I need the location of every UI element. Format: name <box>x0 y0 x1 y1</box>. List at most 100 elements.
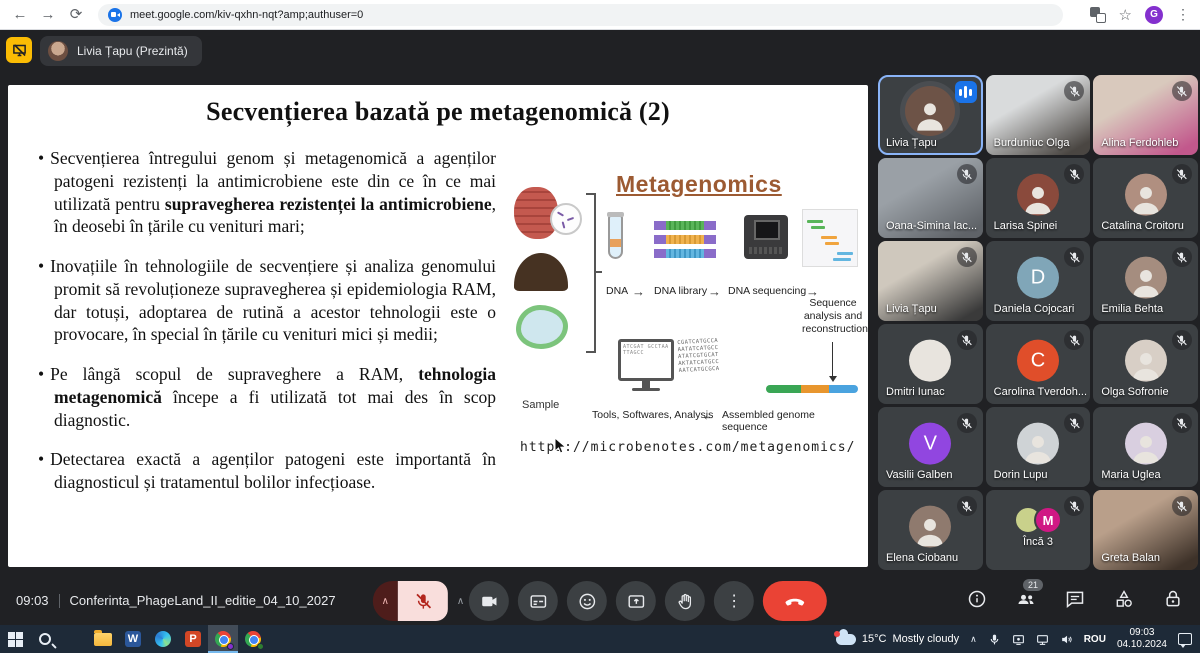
participant-name: Olga Sofronie <box>1101 386 1168 398</box>
mic-off-icon <box>957 496 977 516</box>
camera-options-chevron[interactable]: ∧ <box>457 596 464 607</box>
tray-cast-icon[interactable] <box>1012 633 1025 646</box>
participant-tile[interactable]: Dmitri Iunac <box>878 324 983 404</box>
presenter-pill[interactable]: Livia Țapu (Prezintă) <box>40 36 202 66</box>
participant-tile[interactable]: Catalina Croitoru <box>1093 158 1198 238</box>
participant-tile[interactable]: Larisa Spinei <box>986 158 1091 238</box>
participant-tile[interactable]: M Încă 3 <box>986 490 1091 570</box>
powerpoint-icon[interactable]: P <box>178 625 208 653</box>
activities-icon[interactable] <box>1113 588 1135 610</box>
person-silhouette-icon <box>913 98 947 132</box>
chrome-active-icon[interactable] <box>208 625 238 653</box>
leave-call-button[interactable] <box>763 581 827 621</box>
slide-bullet-list: •Secvențierea întregului genom și metage… <box>38 147 496 511</box>
tray-expand-icon[interactable]: ∧ <box>970 634 977 645</box>
mic-options-chevron[interactable]: ∧ <box>373 581 398 621</box>
participant-tile[interactable]: Dorin Lupu <box>986 407 1091 487</box>
reactions-button[interactable] <box>567 581 607 621</box>
translate-icon[interactable] <box>1090 7 1106 23</box>
participant-tile[interactable]: Emilia Behta <box>1093 241 1198 321</box>
meeting-details-icon[interactable] <box>966 588 988 610</box>
taskbar-clock[interactable]: 09:03 04.10.2024 <box>1117 627 1167 652</box>
participant-name: Dmitri Iunac <box>886 386 945 398</box>
participant-tile[interactable]: Livia Țapu <box>878 241 983 321</box>
edge-icon[interactable] <box>148 625 178 653</box>
mic-off-icon <box>1172 330 1192 350</box>
participant-tile[interactable]: V Vasilii Galben <box>878 407 983 487</box>
windows-taskbar: W P 15°C Mostly cloudy ∧ ROU 09:03 04.10… <box>0 625 1200 653</box>
people-panel-icon[interactable]: 21 <box>1015 588 1037 610</box>
people-count-badge: 21 <box>1023 579 1043 591</box>
participant-tile[interactable]: Burduniuc Olga <box>986 75 1091 155</box>
presentation-muted-icon[interactable] <box>6 37 32 63</box>
participant-tile[interactable]: Olga Sofronie <box>1093 324 1198 404</box>
meeting-name: Conferinta_PhageLand_II_editie_04_10_202… <box>70 593 336 608</box>
raise-hand-button[interactable] <box>665 581 705 621</box>
assembled-genome-bar <box>766 385 858 393</box>
participant-tile[interactable]: Greta Balan <box>1093 490 1198 570</box>
taskbar-search-icon[interactable] <box>30 625 60 653</box>
taskbar-weather[interactable]: 15°C Mostly cloudy <box>836 633 959 645</box>
bookmark-star-icon[interactable]: ☆ <box>1119 6 1132 24</box>
flow-label-dna: DNA <box>606 285 628 297</box>
host-controls-icon[interactable] <box>1162 588 1184 610</box>
word-icon[interactable]: W <box>118 625 148 653</box>
browser-menu-icon[interactable]: ⋮ <box>1176 6 1190 23</box>
dna-library-bar <box>654 221 716 230</box>
chrome-profile-2-icon[interactable] <box>238 625 268 653</box>
participant-name: Încă 3 <box>1023 536 1053 548</box>
mic-off-icon <box>1064 164 1084 184</box>
flow-arrow: → <box>632 284 645 299</box>
person-silhouette-icon <box>1129 182 1163 216</box>
forward-icon[interactable]: → <box>40 7 56 23</box>
mic-off-icon <box>1172 164 1192 184</box>
file-explorer-icon[interactable] <box>88 625 118 653</box>
participant-tile[interactable]: C Carolina Tverdoh... <box>986 324 1091 404</box>
tools-label: Tools, Softwares, Analysis <box>592 409 713 421</box>
avatar-letter: C <box>1031 349 1045 372</box>
assembled-label: Assembled genome sequence <box>722 409 862 433</box>
tray-volume-icon[interactable] <box>1060 633 1073 646</box>
mic-off-icon <box>957 413 977 433</box>
captions-button[interactable] <box>518 581 558 621</box>
participant-name: Burduniuc Olga <box>994 137 1070 149</box>
participant-tile[interactable]: Maria Uglea <box>1093 407 1198 487</box>
computer-monitor-icon: ATCGAT GCCTAA TTAGCC <box>618 339 674 381</box>
back-icon[interactable]: ← <box>12 7 28 23</box>
participant-tile[interactable]: D Daniela Cojocari <box>986 241 1091 321</box>
participant-tile[interactable]: Oana-Simina Iac... <box>878 158 983 238</box>
participant-avatar <box>1125 257 1167 299</box>
reload-icon[interactable]: ⟳ <box>68 7 84 23</box>
tray-mic-icon[interactable] <box>988 633 1001 646</box>
participant-tile[interactable]: Elena Ciobanu <box>878 490 983 570</box>
participant-name: Carolina Tverdoh... <box>994 386 1087 398</box>
participant-tile[interactable]: Livia Țapu <box>878 75 983 155</box>
language-indicator[interactable]: ROU <box>1084 634 1106 645</box>
start-button[interactable] <box>0 625 30 653</box>
meet-control-bar: 09:03 Conferinta_PhageLand_II_editie_04_… <box>0 578 1200 625</box>
mic-off-icon <box>957 247 977 267</box>
participant-avatar <box>1017 174 1059 216</box>
presenter-name: Livia Țapu (Prezintă) <box>77 44 188 58</box>
participant-name: Daniela Cojocari <box>994 303 1075 315</box>
participant-avatar <box>909 340 951 382</box>
camera-button[interactable] <box>469 581 509 621</box>
browser-profile-avatar[interactable]: G <box>1145 6 1163 24</box>
participant-avatar <box>1125 174 1167 216</box>
tray-network-icon[interactable] <box>1036 633 1049 646</box>
divider <box>59 594 60 608</box>
action-center-icon[interactable] <box>1178 633 1192 645</box>
chat-panel-icon[interactable] <box>1064 588 1086 610</box>
test-tube-icon <box>608 215 623 259</box>
presenter-avatar <box>48 41 68 61</box>
address-bar[interactable]: meet.google.com/kiv-qxhn-nqt?amp;authuse… <box>98 4 1063 26</box>
present-button[interactable] <box>616 581 656 621</box>
more-options-button[interactable]: ⋮ <box>714 581 754 621</box>
mic-mute-button[interactable] <box>398 581 448 621</box>
mic-off-icon <box>1172 496 1192 516</box>
overflow-avatars: M <box>1014 506 1062 534</box>
participant-tile[interactable]: Alina Ferdohleb <box>1093 75 1198 155</box>
weather-cloud-icon <box>836 634 856 645</box>
clock-date: 04.10.2024 <box>1117 639 1167 652</box>
flow-arrow: → <box>708 284 721 299</box>
